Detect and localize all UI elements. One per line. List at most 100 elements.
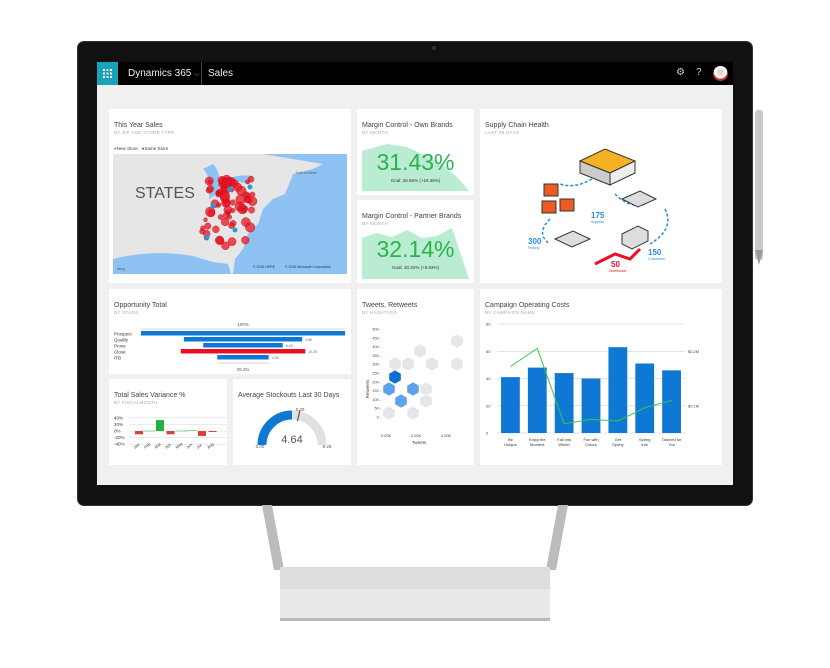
funnel-bar [141, 331, 345, 336]
funnel-value-label: 6.4K [286, 344, 294, 348]
tile-margin-own-brands[interactable]: Margin Control - Own Brands BY MONTH 31.… [357, 109, 474, 195]
month-label: Jul [195, 443, 202, 450]
campaign-chart: 020406080$0.1M$0.2MBeUniqueEnjoy theMome… [486, 322, 699, 448]
tile-total-sales-variance[interactable]: Total Sales Variance % BY FISCALMONTH 40… [109, 379, 227, 465]
variance-bar [208, 431, 217, 432]
campaign-bar [635, 363, 655, 433]
store-marker [235, 194, 246, 205]
store-marker [226, 214, 232, 220]
gear-icon[interactable]: ⚙ [676, 67, 685, 78]
app-name: Dynamics 365 [128, 68, 192, 79]
stage-label: ITB [114, 356, 121, 361]
x-tick-label: Sporty [612, 442, 624, 447]
tile-supply-chain-health[interactable]: Supply Chain Health LAST 29 DAYS 175 300 1… [480, 109, 722, 283]
store-marker [230, 179, 239, 188]
tile-title: This Year Sales [114, 122, 163, 129]
app-switcher[interactable]: Dynamics 365 ⌵ [128, 68, 199, 79]
map-label: STATES [135, 185, 195, 202]
x-tick-label: Unique [504, 442, 517, 447]
stage-label: Prospect [114, 332, 133, 337]
y-tick-label: 300 - [372, 363, 381, 367]
help-icon[interactable]: ? [696, 67, 702, 78]
hexbin-cell [388, 369, 402, 385]
new-store-marker [232, 227, 238, 233]
y2-tick-label: $0.2M [688, 349, 699, 354]
store-marker [204, 222, 212, 230]
hexbin-cell [382, 381, 396, 397]
avatar[interactable] [713, 66, 728, 81]
tile-title: Margin Control - Partner Brands [362, 213, 462, 220]
store-marker [248, 206, 255, 214]
distribution-value: 50 [611, 260, 620, 269]
store-marker [221, 187, 227, 193]
monitor-stand [262, 505, 568, 621]
app-launcher-button[interactable] [97, 62, 118, 85]
stage-label: Prove [114, 344, 126, 349]
store-marker [215, 235, 225, 245]
x-tick-label: 0.00K [381, 433, 392, 438]
store-marker [217, 214, 224, 220]
tile-average-stockouts[interactable]: Average Stockouts Last 30 Days 4.64 0.00… [233, 379, 351, 465]
variance-bar [198, 431, 206, 436]
x-tick-label: into [641, 442, 648, 447]
store-marker [206, 185, 214, 193]
tile-campaign-operating-costs[interactable]: Campaign Operating Costs BY CAMPAIGN NAM… [480, 289, 722, 465]
funnel-value-label: 10.2K [308, 350, 318, 354]
month-label: Jun [185, 442, 193, 450]
y-tick-label: 40 [486, 376, 491, 381]
variance-chart: 40% 20% 0%-20% -40% Jan Feb Mar Apr May Jun Jul Aug [114, 415, 227, 450]
sales-map[interactable]: STATES Gulf of Maine bing © 2016 HERE © … [113, 154, 347, 274]
hexbin-chart: Retweets Tweets 500 - 450 - 400 - 350 - 300 … [365, 328, 464, 445]
kpi-value: 31.43% [376, 149, 455, 175]
hexbin-cell [401, 356, 415, 372]
top-nav-bar: Dynamics 365 ⌵ Sales ⚙ ? [97, 62, 733, 85]
stage-label: Qualify [114, 338, 129, 343]
month-label: May [174, 441, 183, 450]
screen: Dynamics 365 ⌵ Sales ⚙ ? This Year Sales… [97, 62, 733, 485]
x-axis-label: Tweets [412, 440, 427, 445]
store-marker [238, 206, 244, 212]
month-label: Feb [143, 441, 152, 450]
tile-tweets-retweets[interactable]: Tweets, Retweets BY HASHTAGS Retweets Tw… [357, 289, 474, 465]
tile-this-year-sales[interactable]: This Year Sales BY ZIP AND STORE TYPE ●N… [109, 109, 351, 283]
funnel-value-label: 9.6K [305, 338, 313, 342]
funnel-bar [217, 355, 269, 360]
kpi-value: 32.14% [376, 236, 455, 262]
tile-subtitle: BY ZIP AND STORE TYPE [114, 130, 175, 135]
gauge-value: 4.64 [281, 434, 302, 446]
tile-margin-partner-brands[interactable]: Margin Control - Partner Brands BY MONTH… [357, 200, 474, 283]
month-label: Aug [206, 441, 215, 449]
campaign-bar [581, 378, 601, 433]
supply-chain-illustration: 175 300 150 50 Supplier Factory Customers Dist… [528, 148, 669, 273]
campaign-bar [527, 367, 547, 433]
map-legend: ●New Store ●Same Store [114, 146, 168, 151]
hexbin-cell [413, 343, 427, 359]
funnel-bar [180, 349, 306, 354]
tile-opportunity-total[interactable]: Opportunity Total BY STAGE 100% 25.2% Pr… [109, 289, 351, 374]
supplier-label: Supplier [591, 220, 605, 224]
area-name[interactable]: Sales [208, 68, 233, 79]
funnel-value-label: 4.2K [272, 356, 280, 360]
funnel-bottom-label: 25.2% [237, 367, 250, 372]
y-tick-label: 0% [114, 429, 121, 434]
supplier-value: 175 [591, 211, 605, 220]
x-tick-label: You [668, 442, 675, 447]
y-tick-label: 150 - [372, 389, 381, 393]
store-marker [204, 176, 214, 186]
store-marker [245, 179, 251, 185]
store-marker [245, 222, 256, 233]
y-tick-label: 450 - [372, 336, 381, 340]
y-tick-label: -20% [114, 435, 125, 440]
customers-label: Customers [648, 257, 665, 261]
gauge-chart: 4.64 0.00 9.28 5.30 [256, 407, 332, 449]
month-label: Jan [132, 442, 140, 450]
y2-tick-label: $0.1M [688, 403, 699, 408]
y-tick-label: 0 - [377, 416, 382, 420]
funnel-top-label: 100% [237, 322, 249, 327]
hexbin-cell [406, 405, 420, 421]
tile-title: Margin Control - Own Brands [362, 122, 453, 129]
stage-label: Close [114, 350, 126, 355]
x-tick-label: Winter [558, 442, 570, 447]
y-tick-label: 500 - [372, 328, 381, 332]
funnel-chart: 100% 25.2% ProspectQualify 9.6K Prove 6.4K C… [114, 322, 345, 372]
